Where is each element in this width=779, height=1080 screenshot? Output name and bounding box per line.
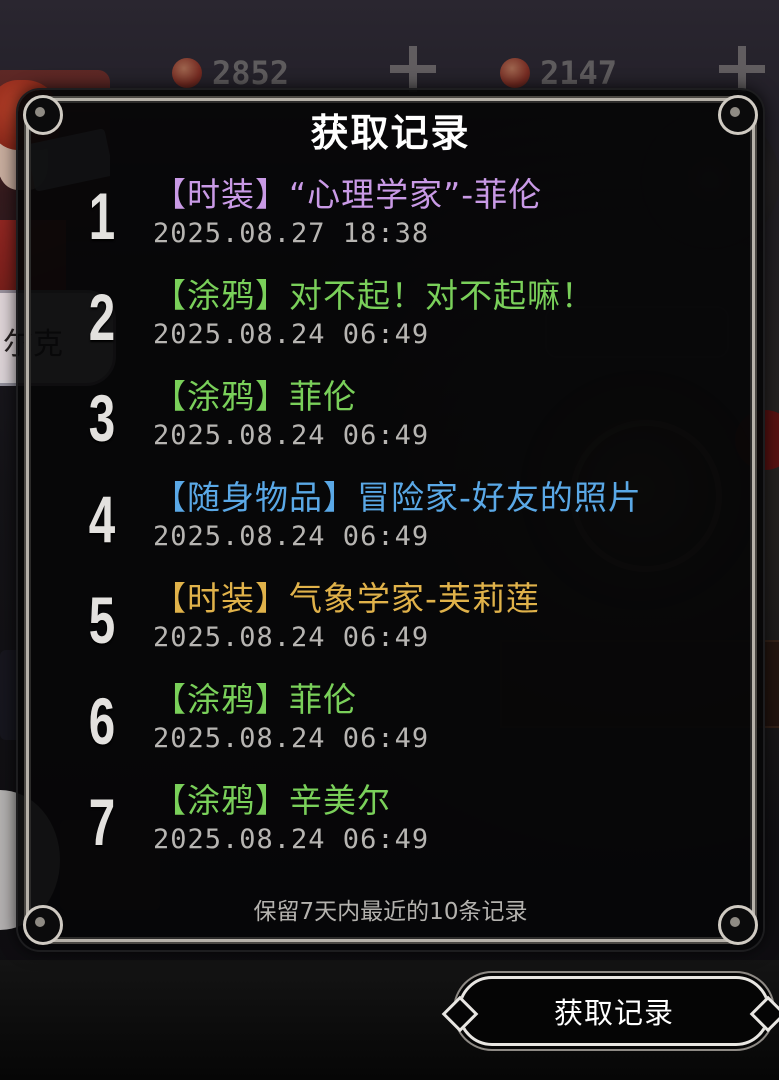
record-time: 2025.08.24 06:49 xyxy=(153,824,430,855)
record-item: 【随身物品】冒险家-好友的照片 xyxy=(153,478,642,517)
record-rank: 5 xyxy=(88,583,116,657)
acquisition-record-dialog: 获取记录 1 【时装】“心理学家”-菲伦 2025.08.27 18:38 2 … xyxy=(18,90,763,950)
add-currency-1-icon[interactable] xyxy=(388,44,438,94)
record-time: 2025.08.24 06:49 xyxy=(153,723,430,754)
record-time: 2025.08.24 06:49 xyxy=(153,420,430,451)
record-row: 5 【时装】气象学家-芙莉莲 2025.08.24 06:49 xyxy=(18,572,763,672)
game-screen: 2852 2147 尔克 xyxy=(0,0,779,1080)
record-row: 3 【涂鸦】菲伦 2025.08.24 06:49 xyxy=(18,370,763,470)
dialog-title: 获取记录 xyxy=(310,111,471,155)
record-rank: 2 xyxy=(88,280,116,354)
coin-icon xyxy=(172,58,202,88)
record-rank: 4 xyxy=(88,482,116,556)
record-time: 2025.08.24 06:49 xyxy=(153,521,430,552)
record-item: 【涂鸦】菲伦 xyxy=(153,377,357,416)
record-rank: 1 xyxy=(88,179,116,253)
record-time: 2025.08.27 18:38 xyxy=(153,218,430,249)
record-item: 【涂鸦】对不起！对不起嘛！ xyxy=(153,276,595,315)
record-row: 4 【随身物品】冒险家-好友的照片 2025.08.24 06:49 xyxy=(18,471,763,571)
record-rank: 6 xyxy=(88,684,116,758)
record-time: 2025.08.24 06:49 xyxy=(153,319,430,350)
record-item: 【涂鸦】菲伦 xyxy=(153,680,357,719)
record-row: 7 【涂鸦】辛美尔 2025.08.24 06:49 xyxy=(18,774,763,874)
ruby-icon xyxy=(500,58,530,88)
currency-value-1: 2852 xyxy=(212,54,290,92)
record-row: 2 【涂鸦】对不起！对不起嘛！ 2025.08.24 06:49 xyxy=(18,269,763,369)
acquisition-record-button[interactable]: 获取记录 xyxy=(458,976,770,1046)
retention-note: 保留7天内最近的10条记录 xyxy=(253,899,528,925)
currency-value-2: 2147 xyxy=(540,54,618,92)
record-time: 2025.08.24 06:49 xyxy=(153,622,430,653)
record-item: 【时装】气象学家-芙莉莲 xyxy=(153,579,540,618)
record-row: 1 【时装】“心理学家”-菲伦 2025.08.27 18:38 xyxy=(18,168,763,268)
record-row: 6 【涂鸦】菲伦 2025.08.24 06:49 xyxy=(18,673,763,773)
record-rank: 3 xyxy=(88,381,116,455)
record-item: 【涂鸦】辛美尔 xyxy=(153,781,391,820)
record-item: 【时装】“心理学家”-菲伦 xyxy=(153,175,543,214)
add-currency-2-icon[interactable] xyxy=(717,44,767,94)
record-rank: 7 xyxy=(88,785,116,859)
